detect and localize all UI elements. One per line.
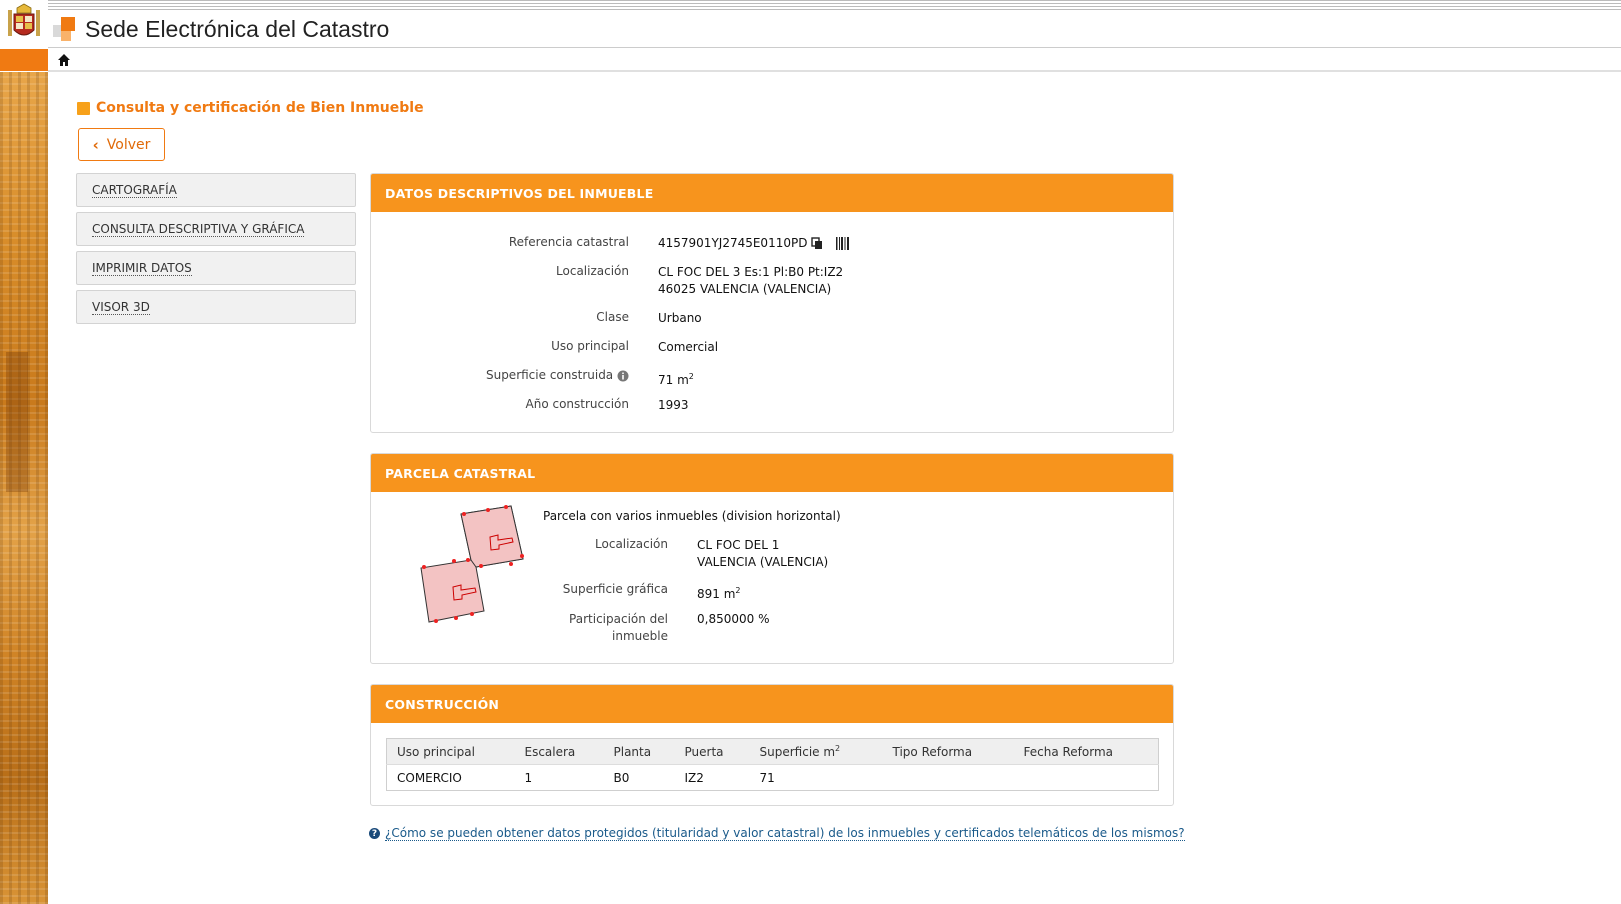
col-uso: Uso principal — [386, 738, 515, 765]
datos-panel: DATOS DESCRIPTIVOS DEL INMUEBLE Referenc… — [370, 173, 1174, 433]
help-link-text: ¿Cómo se pueden obtener datos protegidos… — [385, 826, 1185, 841]
parcela-superficie-value: 891 m2 — [697, 586, 741, 601]
uso-label: Uso principal — [551, 339, 629, 353]
parcela-superficie-label: Superficie gráfica — [562, 582, 668, 596]
city-background-image — [0, 72, 48, 904]
header-stripes — [48, 0, 1621, 12]
ano-label: Año construcción — [525, 397, 630, 411]
superficie-label-wrap: Superficie construida — [431, 368, 629, 382]
navbar — [48, 49, 1621, 72]
clase-label: Clase — [596, 310, 629, 324]
col-planta: Planta — [603, 738, 675, 765]
barcode-icon[interactable] — [836, 237, 850, 250]
construccion-table: Uso principal Escalera Planta Puerta Sup… — [386, 738, 1159, 791]
side-item-imprimir-datos[interactable]: IMPRIMIR DATOS — [76, 251, 356, 285]
construccion-panel: CONSTRUCCIÓN Uso principal Escalera Plan… — [370, 684, 1174, 806]
back-button-label: Volver — [106, 136, 151, 153]
construccion-heading: CONSTRUCCIÓN — [371, 685, 1173, 723]
catastro-logo-icon — [53, 16, 79, 43]
referencia-text: 4157901YJ2745E0110PD — [658, 236, 808, 250]
cell-superficie: 71 — [759, 770, 775, 785]
parcela-localizacion-value: CL FOC DEL 1 VALENCIA (VALENCIA) — [697, 538, 829, 569]
home-icon[interactable] — [57, 53, 71, 67]
cell-fecha-reforma — [1014, 765, 1159, 791]
referencia-label: Referencia catastral — [508, 235, 629, 249]
help-link[interactable]: ? ¿Cómo se pueden obtener datos protegid… — [369, 826, 1185, 841]
localizacion-line2: 46025 VALENCIA (VALENCIA) — [658, 282, 832, 296]
page: Sede Electrónica del Catastro Consulta y… — [0, 0, 1621, 904]
question-icon: ? — [369, 828, 380, 839]
side-menu: CARTOGRAFÍA CONSULTA DESCRIPTIVA Y GRÁFI… — [76, 173, 356, 329]
localizacion-label: Localización — [556, 264, 629, 278]
clase-value: Urbano — [658, 311, 702, 325]
side-item-cartografia[interactable]: CARTOGRAFÍA — [76, 173, 356, 207]
parcela-localizacion-label: Localización — [595, 537, 668, 551]
ano-value: 1993 — [658, 398, 689, 412]
left-strip — [0, 0, 48, 904]
side-item-visor-3d[interactable]: VISOR 3D — [76, 290, 356, 324]
cell-planta: B0 — [613, 770, 630, 785]
superficie-value: 71 m2 — [658, 372, 694, 387]
table-header-row: Uso principal Escalera Planta Puerta Sup… — [386, 738, 1159, 765]
participacion-value: 0,850000 % — [697, 612, 770, 626]
col-fecha-reforma: Fecha Reforma — [1013, 738, 1159, 765]
cell-tipo-reforma — [883, 765, 1014, 791]
cell-escalera: 1 — [524, 770, 533, 785]
col-escalera: Escalera — [514, 738, 604, 765]
datos-heading: DATOS DESCRIPTIVOS DEL INMUEBLE — [371, 174, 1173, 212]
parcela-description: Parcela con varios inmuebles (division h… — [543, 509, 841, 523]
col-tipo-reforma: Tipo Reforma — [882, 738, 1014, 765]
referencia-value: 4157901YJ2745E0110PD — [658, 235, 850, 252]
page-title-text: Consulta y certificación de Bien Inmuebl… — [96, 100, 424, 116]
info-icon[interactable] — [617, 370, 629, 382]
parcel-map-image[interactable] — [416, 504, 528, 626]
cell-puerta: IZ2 — [684, 770, 704, 785]
header: Sede Electrónica del Catastro — [48, 12, 1621, 48]
site-title: Sede Electrónica del Catastro — [85, 16, 390, 42]
copy-icon[interactable] — [811, 237, 823, 250]
orange-bar — [0, 49, 48, 71]
table-row: COMERCIO 1 B0 IZ2 71 — [387, 765, 1159, 791]
side-item-consulta-descriptiva[interactable]: CONSULTA DESCRIPTIVA Y GRÁFICA — [76, 212, 356, 246]
localizacion-value: CL FOC DEL 3 Es:1 Pl:B0 Pt:IZ2 46025 VAL… — [658, 264, 843, 298]
coat-of-arms-icon — [2, 0, 46, 44]
chevron-left-icon: ‹ — [92, 135, 99, 154]
cell-uso: COMERCIO — [397, 770, 462, 785]
page-title: Consulta y certificación de Bien Inmuebl… — [77, 100, 424, 116]
title-square-icon — [77, 101, 90, 115]
parcela-panel: PARCELA CATASTRAL Parcela con varios inm… — [370, 453, 1174, 664]
parcela-heading: PARCELA CATASTRAL — [371, 454, 1173, 492]
col-puerta: Puerta — [674, 738, 750, 765]
superficie-label: Superficie construida — [485, 368, 614, 382]
back-button[interactable]: ‹ Volver — [78, 128, 165, 161]
col-superficie: Superficie m2 — [749, 738, 883, 765]
uso-value: Comercial — [658, 340, 719, 354]
localizacion-line1: CL FOC DEL 3 Es:1 Pl:B0 Pt:IZ2 — [658, 265, 844, 279]
participacion-label: Participación del inmueble — [569, 612, 668, 643]
